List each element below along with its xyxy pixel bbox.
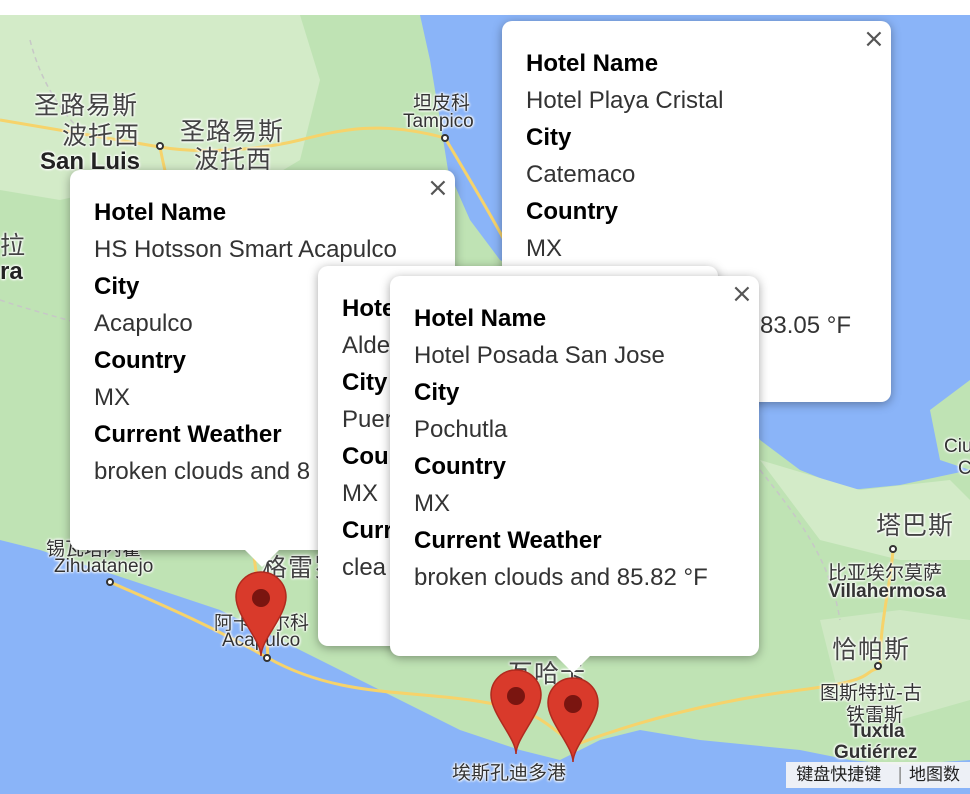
city-dot (874, 662, 882, 670)
city-label: Tuxtla (850, 721, 905, 742)
hotel-name-label: Hotel Name (94, 199, 227, 226)
city-value: Catemaco (526, 161, 636, 188)
city-dot (106, 578, 114, 586)
hotel-name-label: Hotel Name (526, 50, 659, 77)
attribution-divider: | (897, 765, 903, 785)
hotel-name-value: Hotel Posada San Jose (414, 342, 665, 369)
city-dot (889, 545, 897, 553)
keyboard-shortcuts-link[interactable]: 键盘快捷键 (796, 765, 891, 785)
hotel-info: Hotel Name Hotel Playa Cristal City Cate… (526, 45, 867, 267)
city-label: Zihuatanejo (54, 556, 154, 577)
country-label: Country (526, 198, 618, 225)
city-label: ra (0, 258, 23, 285)
hotel-name-value: HS Hotsson Smart Acapulco (94, 236, 397, 263)
hotel-name-label: Hotel Name (414, 305, 547, 332)
city-dot (441, 134, 449, 142)
map-attribution: 键盘快捷键 | 地图数 (786, 762, 970, 788)
map-marker-puerto-escondido[interactable] (488, 668, 544, 758)
city-dot (156, 142, 164, 150)
close-icon[interactable]: × (731, 281, 753, 307)
city-value: Pochutla (414, 416, 508, 443)
city-label: 波托西 (62, 121, 141, 150)
city-label: 拉 (0, 231, 27, 260)
city-label: City (526, 124, 572, 151)
map-data-link[interactable]: 地图数 (909, 765, 970, 785)
country-label: Country (414, 453, 506, 480)
city-label: Villahermosa (828, 581, 946, 602)
city-label: C (958, 458, 970, 479)
map-marker-acapulco[interactable] (233, 570, 289, 660)
close-icon[interactable]: × (427, 175, 449, 201)
region-label: 塔巴斯 (876, 511, 955, 540)
info-window-hotel-posada-san-jose: × Hotel Name Hotel Posada San Jose City … (390, 276, 759, 656)
hotel-name-value: Hotel Playa Cristal (526, 87, 724, 114)
country-value: MX (414, 490, 450, 517)
weather-value: 83.05 °F (760, 312, 851, 339)
city-label: Tampico (403, 111, 474, 132)
city-label: City (414, 379, 460, 406)
city-label: Ciu (944, 436, 970, 457)
info-window-tail (555, 655, 591, 673)
city-label: Gutiérrez (834, 742, 918, 763)
map-canvas[interactable]: 圣路易斯 波托西 圣路易斯 波托西 San Luis 坦皮科 Tampico 拉… (0, 0, 970, 794)
country-value: MX (526, 235, 562, 262)
weather-label: Current Weather (414, 527, 602, 554)
region-label: 恰帕斯 (832, 635, 911, 664)
info-window-tail (244, 549, 280, 567)
map-marker-pochutla[interactable] (545, 676, 601, 766)
weather-value: broken clouds and 85.82 °F (414, 564, 708, 591)
close-icon[interactable]: × (863, 26, 885, 52)
hotel-info: Hotel Name Hotel Posada San Jose City Po… (414, 300, 735, 596)
